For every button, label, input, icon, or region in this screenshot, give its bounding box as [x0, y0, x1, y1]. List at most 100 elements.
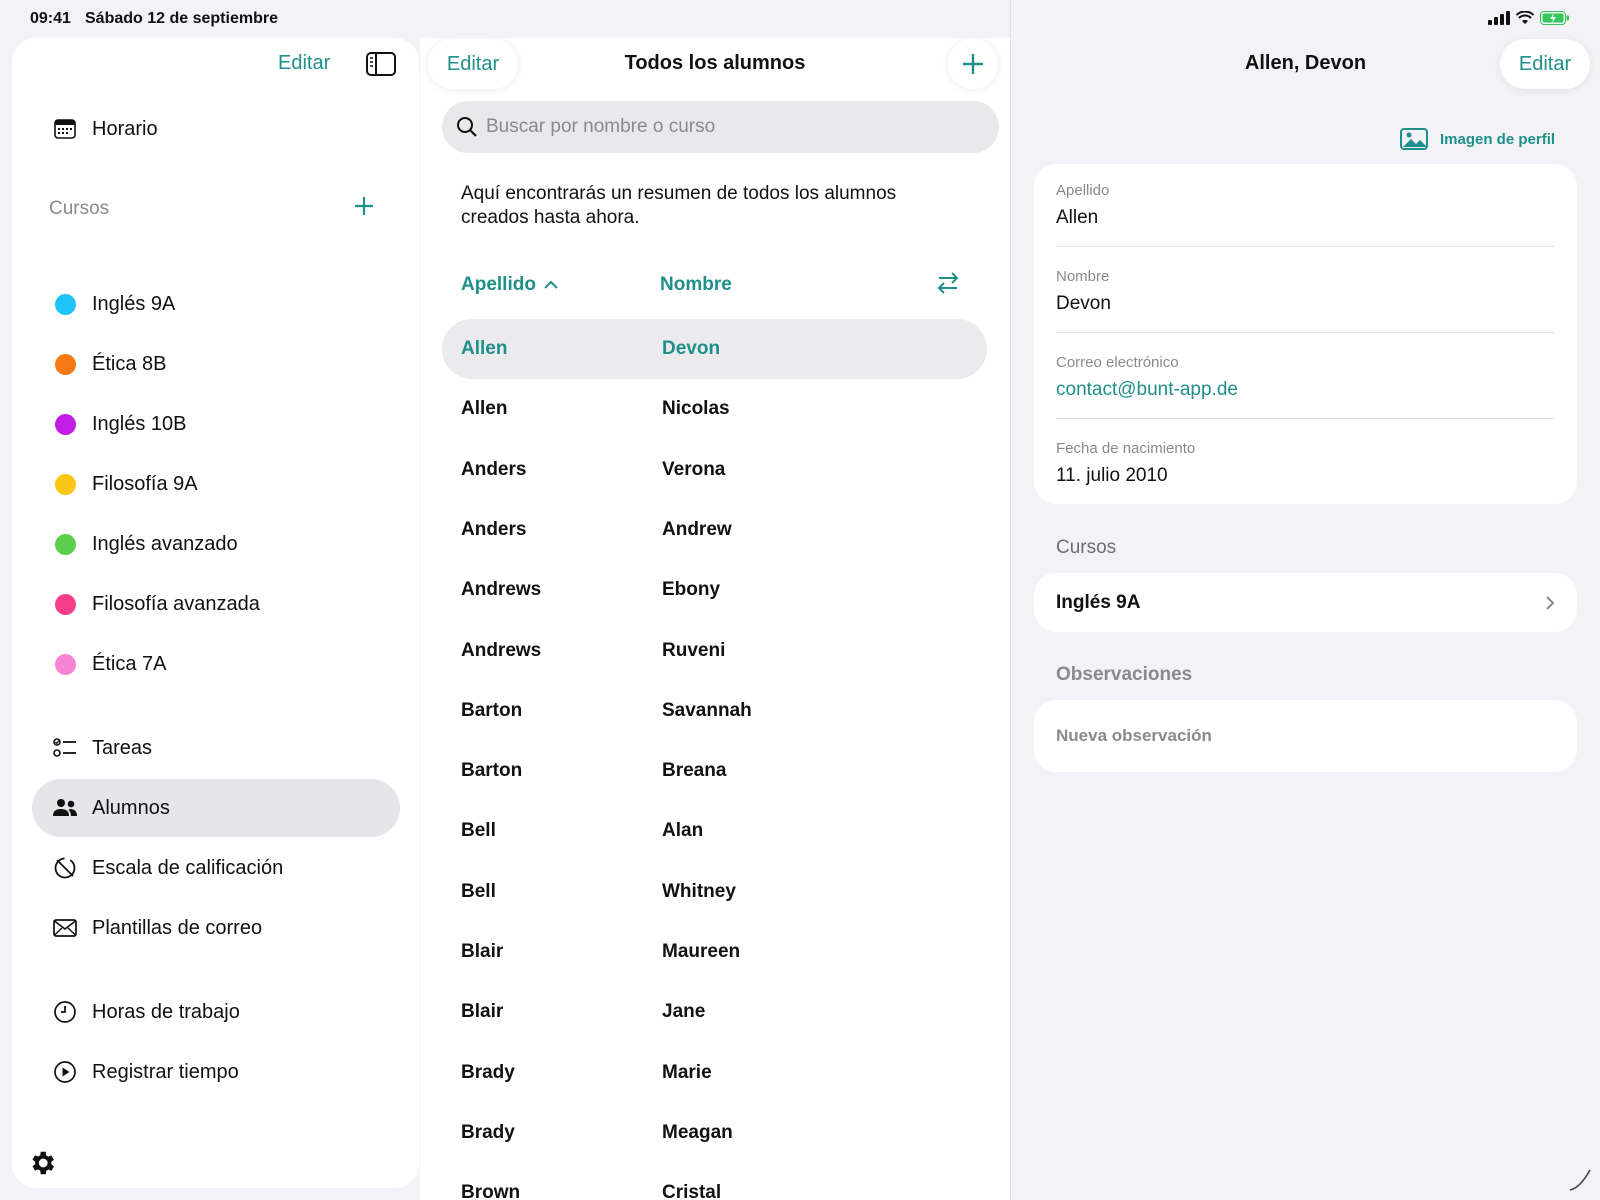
- student-row[interactable]: Bell Alan: [442, 801, 987, 861]
- envelope-icon: [52, 915, 78, 941]
- sidebar-item-label: Filosofía 9A: [92, 472, 198, 495]
- student-row[interactable]: Anders Verona: [442, 440, 987, 500]
- student-row[interactable]: Bell Whitney: [442, 862, 987, 922]
- student-first-name: Devon: [662, 338, 721, 359]
- sidebar-item-label: Ética 7A: [92, 652, 167, 675]
- people-icon: [52, 795, 78, 821]
- search-icon: [457, 117, 477, 137]
- student-row[interactable]: Andrews Ruveni: [442, 621, 987, 681]
- sidebar-item-track-time[interactable]: Registrar tiempo: [32, 1043, 400, 1101]
- student-row[interactable]: Blair Jane: [442, 982, 987, 1042]
- sidebar-item-grading-scale[interactable]: Escala de calificación: [32, 839, 400, 897]
- student-last-name: Bell: [461, 820, 496, 842]
- course-row[interactable]: Inglés 9A: [1034, 573, 1577, 632]
- student-row[interactable]: Andrews Ebony: [442, 560, 987, 620]
- profile-image-button[interactable]: Imagen de perfil: [1400, 128, 1555, 150]
- student-first-name: Verona: [662, 458, 726, 480]
- sidebar-item-tasks[interactable]: Tareas: [32, 719, 400, 777]
- sidebar-item-label: Inglés 10B: [92, 412, 187, 435]
- student-last-name: Allen: [461, 338, 508, 359]
- sidebar-item-label: Registrar tiempo: [92, 1060, 239, 1083]
- courses-section-title: Cursos: [49, 198, 110, 219]
- email-field[interactable]: Correo electrónico contact@bunt-app.de: [1056, 354, 1555, 401]
- field-divider: [1056, 418, 1555, 419]
- student-row[interactable]: Blair Maureen: [442, 922, 987, 982]
- sidebar-course-item[interactable]: Ética 7A: [32, 635, 400, 693]
- image-icon: [1400, 128, 1428, 150]
- color-dot: [54, 413, 76, 435]
- sidebar-toggle-icon[interactable]: [366, 52, 396, 76]
- student-row[interactable]: Barton Breana: [442, 741, 987, 801]
- status-date: Sábado 12 de septiembre: [85, 10, 278, 27]
- student-row[interactable]: Anders Andrew: [442, 500, 987, 560]
- student-last-name: Allen: [461, 398, 508, 420]
- birth-date-field[interactable]: Fecha de nacimiento 11. julio 2010: [1056, 440, 1555, 487]
- student-row[interactable]: Brady Marie: [442, 1043, 987, 1103]
- last-name-field[interactable]: Apellido Allen: [1056, 182, 1555, 229]
- sidebar-course-item[interactable]: Filosofía 9A: [32, 455, 400, 513]
- student-last-name: Brady: [461, 1121, 515, 1143]
- course-color-dot: [52, 591, 78, 617]
- sidebar-item-email-templates[interactable]: Plantillas de correo: [32, 899, 400, 957]
- student-last-name: Blair: [461, 941, 504, 962]
- checklist-icon: [52, 735, 78, 761]
- sidebar-item-label: Horario: [92, 117, 158, 140]
- student-last-name: Anders: [461, 458, 527, 480]
- detail-edit-button[interactable]: Editar: [1500, 39, 1590, 89]
- sort-first-name-header[interactable]: Nombre: [660, 274, 732, 296]
- column-header-label: Nombre: [660, 274, 732, 295]
- sidebar-edit-button[interactable]: Editar: [278, 52, 330, 75]
- chevron-right-icon: [1546, 595, 1555, 610]
- add-course-icon[interactable]: [352, 194, 376, 218]
- detail-edit-label: Editar: [1518, 52, 1572, 75]
- sidebar-course-item[interactable]: Inglés 10B: [32, 395, 400, 453]
- student-row[interactable]: Allen Nicolas: [442, 379, 987, 439]
- sidebar-item-label: Filosofía avanzada: [92, 592, 260, 615]
- sidebar-item-working-hours[interactable]: Horas de trabajo: [32, 983, 400, 1041]
- status-bar: 09:41 Sábado 12 de septiembre: [0, 0, 1600, 38]
- field-divider: [1056, 246, 1555, 247]
- pencil-corner-icon[interactable]: [1566, 1166, 1594, 1194]
- add-student-button[interactable]: [948, 39, 998, 89]
- student-row[interactable]: Allen Devon: [442, 319, 987, 379]
- student-row[interactable]: Barton Savannah: [442, 681, 987, 741]
- profile-image-label: Imagen de perfil: [1440, 130, 1556, 148]
- course-color-dot: [52, 291, 78, 317]
- course-color-dot: [52, 351, 78, 377]
- color-dot: [54, 353, 76, 375]
- sidebar-course-item[interactable]: Inglés 9A: [32, 275, 400, 333]
- page-title: Todos los alumnos: [624, 52, 806, 74]
- first-name-field[interactable]: Nombre Devon: [1056, 268, 1555, 315]
- course-color-dot: [52, 471, 78, 497]
- sidebar-item-schedule[interactable]: Horario: [32, 100, 400, 158]
- student-first-name: Maureen: [662, 941, 741, 962]
- sidebar-course-item[interactable]: Inglés avanzado: [32, 515, 400, 573]
- new-note-button[interactable]: Nueva observación: [1034, 700, 1577, 772]
- gear-icon[interactable]: [27, 1148, 57, 1178]
- sidebar-item-label: Alumnos: [92, 796, 170, 819]
- color-dot: [54, 533, 76, 555]
- course-color-dot: [52, 531, 78, 557]
- sidebar-item-label: Plantillas de correo: [92, 916, 263, 939]
- student-first-name: Whitney: [662, 880, 736, 902]
- battery-charging-icon: [1540, 11, 1569, 25]
- student-first-name: Ebony: [662, 579, 721, 601]
- sort-last-name-header[interactable]: Apellido: [461, 274, 558, 296]
- student-first-name: Marie: [662, 1061, 712, 1083]
- student-first-name: Ruveni: [662, 639, 726, 661]
- sidebar-course-item[interactable]: Filosofía avanzada: [32, 575, 400, 633]
- sidebar-item-label: Escala de calificación: [92, 856, 284, 879]
- sidebar-item-students[interactable]: Alumnos: [32, 779, 400, 837]
- student-first-name: Meagan: [662, 1121, 733, 1143]
- student-last-name: Anders: [461, 518, 527, 540]
- swap-arrows-icon[interactable]: [935, 270, 961, 296]
- email-link[interactable]: contact@bunt-app.de: [1056, 379, 1555, 401]
- sidebar-course-item[interactable]: Ética 8B: [32, 335, 400, 393]
- student-last-name: Brady: [461, 1061, 515, 1083]
- chevron-up-icon: [544, 280, 558, 289]
- student-row[interactable]: Brady Meagan: [442, 1103, 987, 1163]
- field-label: Apellido: [1056, 182, 1110, 199]
- search-input[interactable]: [486, 116, 966, 138]
- student-last-name: Andrews: [461, 639, 542, 661]
- student-row[interactable]: Brown Cristal: [442, 1163, 987, 1200]
